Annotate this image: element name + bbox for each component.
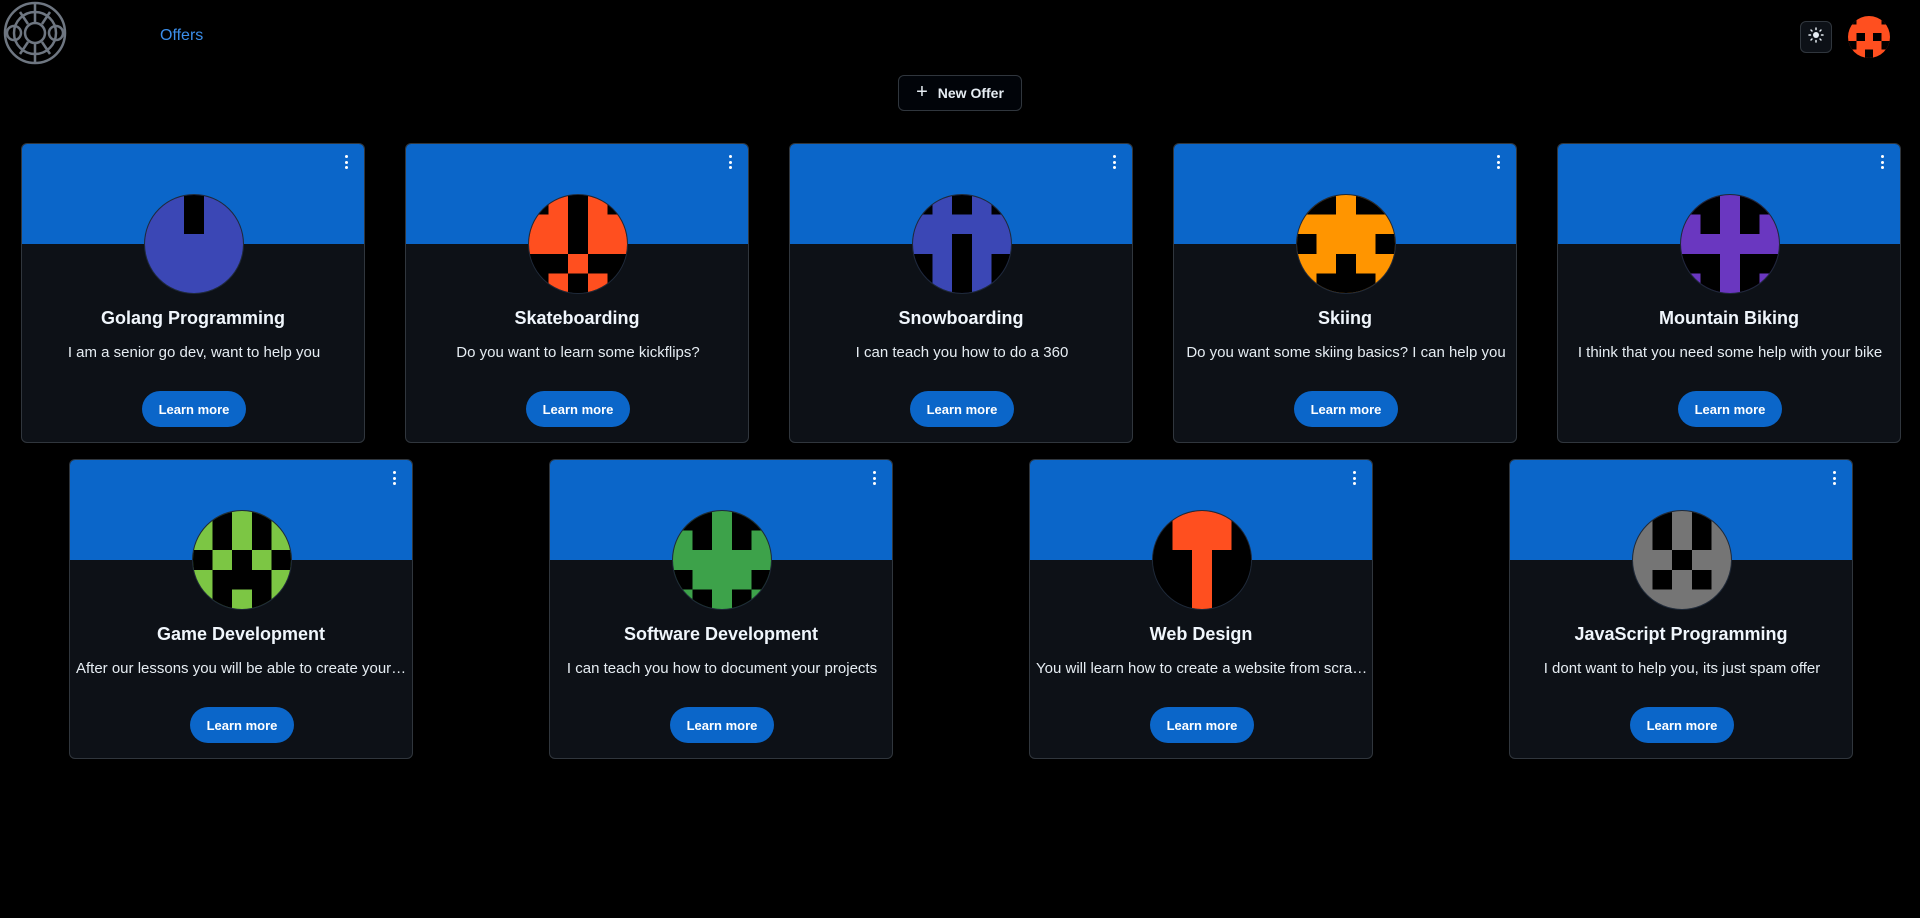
learn-more-button[interactable]: Learn more xyxy=(526,391,630,427)
more-options-icon[interactable] xyxy=(388,468,400,488)
offer-title: Game Development xyxy=(156,624,326,644)
offer-avatar xyxy=(1296,194,1396,294)
offer-avatar xyxy=(1152,510,1252,610)
offer-card: Mountain Biking I think that you need so… xyxy=(1557,143,1901,443)
offer-title: Software Development xyxy=(623,624,819,644)
learn-more-button[interactable]: Learn more xyxy=(910,391,1014,427)
offer-title: Web Design xyxy=(1149,624,1253,644)
more-options-icon[interactable] xyxy=(724,152,736,172)
learn-more-button[interactable]: Learn more xyxy=(142,391,246,427)
offer-description: I can teach you how to document your pro… xyxy=(566,660,878,677)
offer-description: Do you want to learn some kickflips? xyxy=(456,344,700,361)
learn-more-button[interactable]: Learn more xyxy=(1678,391,1782,427)
more-options-icon[interactable] xyxy=(1108,152,1120,172)
offer-card: Skiing Do you want some skiing basics? I… xyxy=(1173,143,1517,443)
offer-description: I dont want to help you, its just spam o… xyxy=(1543,660,1821,677)
theme-toggle-button[interactable] xyxy=(1800,21,1832,53)
offer-description: You will learn how to create a website f… xyxy=(1036,660,1368,677)
new-offer-label: New Offer xyxy=(937,85,1004,101)
offer-avatar xyxy=(1680,194,1780,294)
offer-description: I am a senior go dev, want to help you xyxy=(67,344,321,361)
top-bar: Offers xyxy=(0,0,1920,72)
learn-more-button[interactable]: Learn more xyxy=(1150,707,1254,743)
offer-description: I can teach you how to do a 360 xyxy=(855,344,1069,361)
offer-description: I think that you need some help with you… xyxy=(1577,344,1883,361)
learn-more-button[interactable]: Learn more xyxy=(1294,391,1398,427)
more-options-icon[interactable] xyxy=(868,468,880,488)
logo-icon[interactable] xyxy=(0,0,70,70)
sun-icon xyxy=(1808,26,1824,48)
offer-description: After our lessons you will be able to cr… xyxy=(76,660,408,677)
offer-avatar xyxy=(192,510,292,610)
offer-card: Snowboarding I can teach you how to do a… xyxy=(789,143,1133,443)
offer-card: Skateboarding Do you want to learn some … xyxy=(405,143,749,443)
plus-icon: + xyxy=(916,81,928,103)
learn-more-button[interactable]: Learn more xyxy=(190,707,294,743)
nav-link-offers[interactable]: Offers xyxy=(160,27,203,45)
offer-avatar xyxy=(672,510,772,610)
offer-title: Skiing xyxy=(1317,308,1372,328)
new-offer-button[interactable]: + New Offer xyxy=(898,75,1022,111)
offer-avatar xyxy=(1632,510,1732,610)
offer-title: Snowboarding xyxy=(898,308,1024,328)
more-options-icon[interactable] xyxy=(1876,152,1888,172)
learn-more-button[interactable]: Learn more xyxy=(1630,707,1734,743)
offer-avatar xyxy=(144,194,244,294)
more-options-icon[interactable] xyxy=(1492,152,1504,172)
offer-title: Golang Programming xyxy=(100,308,286,328)
more-options-icon[interactable] xyxy=(1348,468,1360,488)
offer-title: Mountain Biking xyxy=(1659,308,1799,328)
more-options-icon[interactable] xyxy=(340,152,352,172)
user-avatar[interactable] xyxy=(1848,16,1890,58)
offer-card: Game Development After our lessons you w… xyxy=(69,459,413,759)
offer-avatar xyxy=(528,194,628,294)
learn-more-button[interactable]: Learn more xyxy=(670,707,774,743)
offer-card: Web Design You will learn how to create … xyxy=(1029,459,1373,759)
more-options-icon[interactable] xyxy=(1828,468,1840,488)
offer-title: Skateboarding xyxy=(514,308,640,328)
offer-card: JavaScript Programming I dont want to he… xyxy=(1509,459,1853,759)
offer-title: JavaScript Programming xyxy=(1574,624,1788,644)
offer-card: Golang Programming I am a senior go dev,… xyxy=(21,143,365,443)
offer-avatar xyxy=(912,194,1012,294)
offer-description: Do you want some skiing basics? I can he… xyxy=(1186,344,1506,361)
offer-card: Software Development I can teach you how… xyxy=(549,459,893,759)
